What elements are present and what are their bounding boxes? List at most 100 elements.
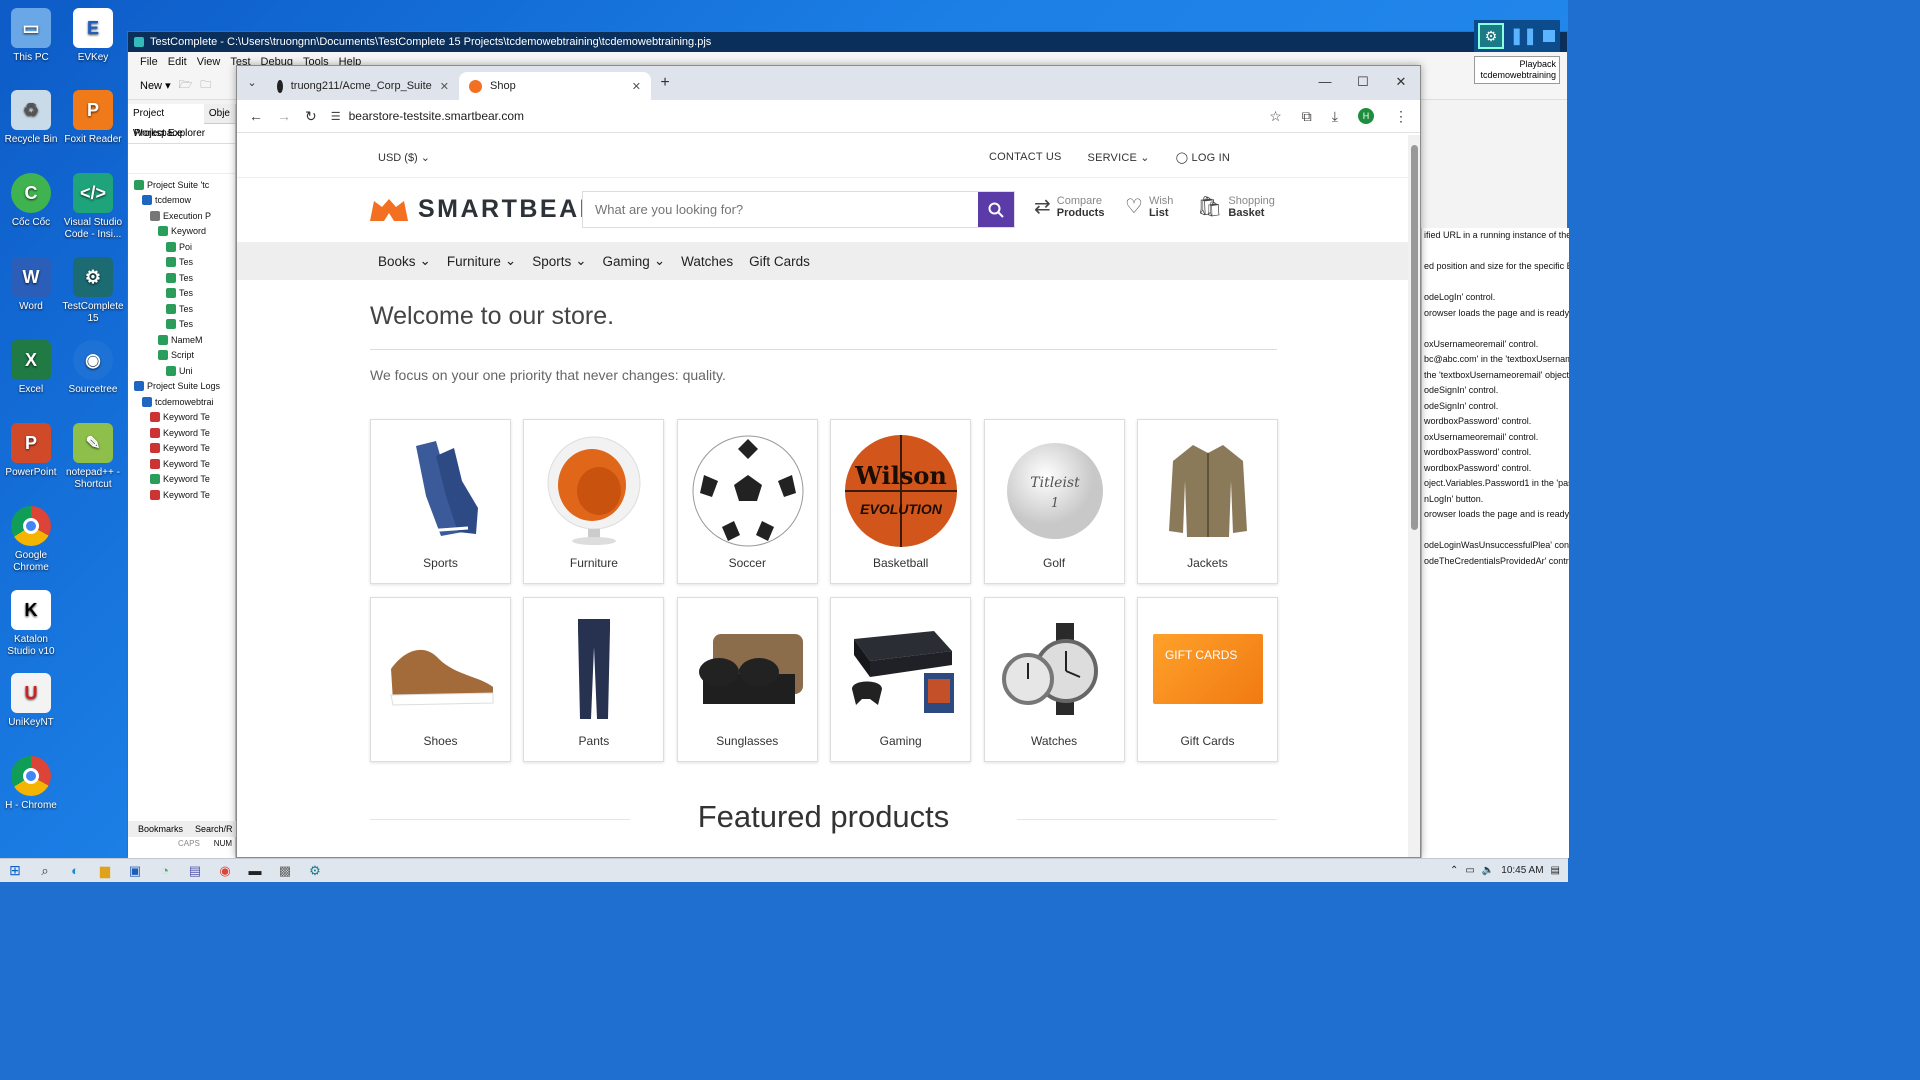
- login-link[interactable]: ◯ LOG IN: [1176, 151, 1230, 164]
- remote-desktop-icon[interactable]: ▩: [273, 861, 297, 881]
- log-line[interactable]: [1422, 323, 1569, 339]
- category-card-shoes[interactable]: Shoes: [370, 597, 511, 762]
- desktop-icon-sourcetree[interactable]: ◉ Sourcetree: [62, 340, 124, 396]
- teams-icon[interactable]: ▤: [183, 861, 207, 881]
- open-folder-icon[interactable]: 🗁: [179, 76, 193, 95]
- desktop-icon-excel[interactable]: X Excel: [0, 340, 62, 396]
- tab-project-workspace[interactable]: Project Workspace: [128, 103, 204, 139]
- url-text[interactable]: bearstore-testsite.smartbear.com: [349, 109, 524, 123]
- tree-item[interactable]: Keyword Te: [128, 456, 235, 472]
- search-icon[interactable]: ⌕: [33, 861, 57, 881]
- testcomplete-icon[interactable]: ⚙: [303, 861, 327, 881]
- address-bar[interactable]: ☰ bearstore-testsite.smartbear.com: [331, 103, 1256, 129]
- tree-item[interactable]: Tes: [128, 301, 235, 317]
- log-line[interactable]: orowser loads the page and is ready t: [1422, 509, 1569, 525]
- nav-gaming[interactable]: Gaming ⌄: [603, 253, 666, 269]
- close-tab-icon[interactable]: ✕: [440, 80, 449, 93]
- shopping-basket-link[interactable]: 🛍 Shopping Basket: [1197, 195, 1275, 219]
- log-line[interactable]: oject.Variables.Password1 in the 'pas: [1422, 478, 1569, 494]
- log-line[interactable]: [1422, 525, 1569, 541]
- tree-item[interactable]: Keyword Te: [128, 487, 235, 503]
- desktop-icon-foxit[interactable]: P Foxit Reader: [62, 90, 124, 146]
- tree-item[interactable]: Project Suite Logs: [128, 379, 235, 395]
- desktop-icon-unikey[interactable]: U UniKeyNT: [0, 673, 62, 729]
- close-tab-icon[interactable]: ✕: [632, 80, 641, 93]
- tree-item[interactable]: Keyword Te: [128, 472, 235, 488]
- desktop-icon-h-chrome[interactable]: H - Chrome: [0, 756, 62, 812]
- testcomplete-titlebar[interactable]: TestComplete - C:\Users\truongnn\Documen…: [128, 32, 1567, 52]
- testcomplete-icon[interactable]: ⚙: [1478, 23, 1504, 49]
- desktop-icon-katalon[interactable]: K Katalon Studio v10: [0, 590, 62, 658]
- tree-item[interactable]: Tes: [128, 286, 235, 302]
- tree-item[interactable]: Keyword: [128, 224, 235, 240]
- desktop-icon-vscode[interactable]: </> Visual Studio Code - Insi...: [62, 173, 124, 241]
- log-line[interactable]: oxUsernameoremail' control.: [1422, 339, 1569, 355]
- network-icon[interactable]: ▭: [1465, 865, 1474, 876]
- forward-icon[interactable]: →: [277, 108, 291, 124]
- nav-books[interactable]: Books ⌄: [378, 253, 431, 269]
- currency-selector[interactable]: USD ($) ⌄: [378, 151, 430, 164]
- tree-item[interactable]: Script: [128, 348, 235, 364]
- edge-icon[interactable]: ◐: [63, 861, 87, 881]
- log-line[interactable]: odeTheCredentialsProvidedAr' contro: [1422, 556, 1569, 572]
- tab-search-menu-icon[interactable]: ⌄: [237, 66, 267, 98]
- coccoc-icon[interactable]: ◔: [153, 861, 177, 881]
- log-line[interactable]: odeLoginWasUnsuccessfulPlea' contr: [1422, 540, 1569, 556]
- nav-sports[interactable]: Sports ⌄: [532, 253, 586, 269]
- service-link[interactable]: SERVICE ⌄: [1088, 151, 1150, 164]
- chrome-menu-icon[interactable]: ⋮: [1394, 108, 1408, 125]
- nav-furniture[interactable]: Furniture ⌄: [447, 253, 516, 269]
- log-line[interactable]: wordboxPassword' control.: [1422, 463, 1569, 479]
- contact-us-link[interactable]: CONTACT US: [989, 151, 1062, 164]
- menu-file[interactable]: File: [140, 56, 158, 68]
- tree-item[interactable]: Tes: [128, 317, 235, 333]
- clock[interactable]: 10:45 AM: [1501, 865, 1543, 876]
- tree-item[interactable]: tcdemow: [128, 193, 235, 209]
- site-info-icon[interactable]: ☰: [331, 110, 341, 123]
- log-line[interactable]: odeSignIn' control.: [1422, 385, 1569, 401]
- bookmark-star-icon[interactable]: ☆: [1269, 108, 1282, 125]
- maximize-icon[interactable]: ☐: [1344, 66, 1382, 98]
- profile-avatar[interactable]: H: [1358, 108, 1374, 124]
- search-button[interactable]: [978, 192, 1014, 227]
- menu-edit[interactable]: Edit: [168, 56, 187, 68]
- tab-bookmarks[interactable]: Bookmarks: [138, 824, 183, 834]
- log-line[interactable]: [1422, 246, 1569, 262]
- new-button[interactable]: New ▾: [140, 79, 171, 92]
- log-line[interactable]: odeSignIn' control.: [1422, 401, 1569, 417]
- volume-icon[interactable]: 🔈: [1482, 865, 1494, 876]
- menu-view[interactable]: View: [197, 56, 221, 68]
- store-icon[interactable]: ▣: [123, 861, 147, 881]
- tree-item[interactable]: Tes: [128, 270, 235, 286]
- reload-icon[interactable]: ↻: [305, 108, 317, 125]
- category-card-gaming[interactable]: Gaming: [830, 597, 972, 762]
- desktop-icon-testcomplete[interactable]: ⚙ TestComplete 15: [62, 257, 124, 325]
- close-icon[interactable]: ✕: [1382, 66, 1420, 98]
- tree-item[interactable]: NameM: [128, 332, 235, 348]
- tab-object-browser[interactable]: Obje: [204, 108, 235, 119]
- notification-icon[interactable]: ▤: [1551, 865, 1560, 876]
- log-line[interactable]: wordboxPassword' control.: [1422, 416, 1569, 432]
- category-card-golf[interactable]: Titleist 1 Golf: [983, 419, 1125, 584]
- chevron-up-icon[interactable]: ⌃: [1450, 865, 1458, 876]
- desktop-icon-powerpoint[interactable]: P PowerPoint: [0, 423, 62, 479]
- nav-watches[interactable]: Watches: [681, 254, 733, 269]
- smartbear-logo[interactable]: SMARTBEAR: [368, 195, 600, 224]
- category-card-basketball[interactable]: Wilson EVOLUTION Basketball: [830, 419, 972, 584]
- category-card-sports[interactable]: Sports: [370, 419, 511, 584]
- desktop-icon-this-pc[interactable]: ▭ This PC: [0, 8, 62, 64]
- log-line[interactable]: the 'textboxUsernameoremail' object: [1422, 370, 1569, 386]
- tree-item[interactable]: Execution P: [128, 208, 235, 224]
- close-project-icon[interactable]: 🗀: [200, 76, 211, 95]
- back-icon[interactable]: ←: [249, 108, 263, 124]
- category-card-watches[interactable]: Watches: [983, 597, 1125, 762]
- log-line[interactable]: ified URL in a running instance of the: [1422, 230, 1569, 246]
- log-line[interactable]: bc@abc.com' in the 'textboxUsername: [1422, 354, 1569, 370]
- log-line[interactable]: ed position and size for the specific Br: [1422, 261, 1569, 277]
- scrollbar-thumb[interactable]: [1411, 145, 1418, 530]
- minimize-icon[interactable]: —: [1306, 66, 1344, 98]
- desktop-icon-chrome[interactable]: Google Chrome: [0, 506, 62, 574]
- tree-item[interactable]: Poi: [128, 239, 235, 255]
- log-line[interactable]: orowser loads the page and is ready t: [1422, 308, 1569, 324]
- desktop-icon-word[interactable]: W Word: [0, 257, 62, 313]
